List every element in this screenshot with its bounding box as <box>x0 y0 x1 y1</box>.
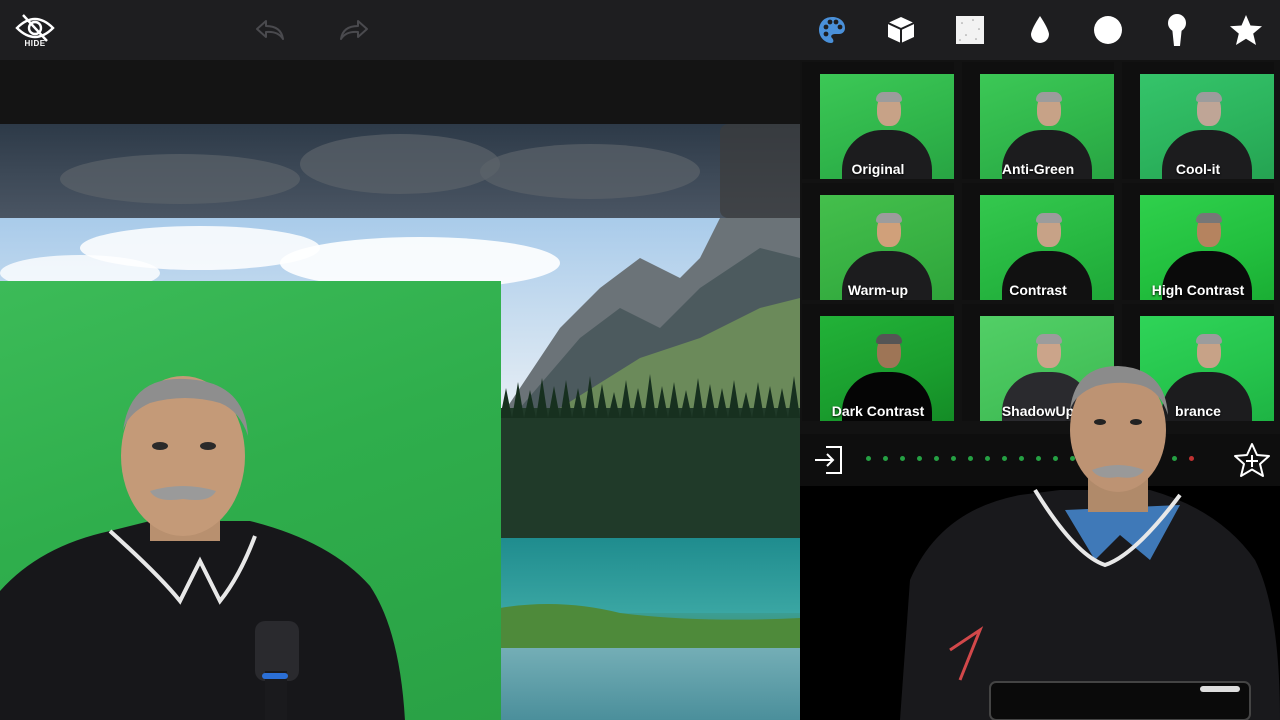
mask-tool-button[interactable] <box>1155 0 1199 60</box>
3d-tool-button[interactable] <box>879 0 923 60</box>
drop-icon <box>1031 16 1049 43</box>
effect-label: Warm-up <box>847 282 909 298</box>
favorites-tool-button[interactable] <box>1224 0 1268 60</box>
redo-button[interactable] <box>332 0 376 60</box>
effect-thumb-warm-up[interactable]: Warm-up <box>802 183 954 300</box>
canvas-margin <box>0 60 800 124</box>
effect-thumb-anti-green[interactable]: Anti-Green <box>962 62 1114 179</box>
presenter-video <box>900 366 1280 720</box>
background-overflow-region <box>0 124 800 218</box>
effect-label: Contrast <box>1009 282 1067 298</box>
texture-tool-button[interactable] <box>948 0 992 60</box>
presenter-camera-overlay <box>860 360 1280 720</box>
effect-thumb-original[interactable]: Original <box>802 62 954 179</box>
star-icon <box>1230 15 1262 45</box>
keyhole-icon <box>1168 14 1186 46</box>
effect-label: Anti-Green <box>1001 161 1075 177</box>
effect-label: High Contrast <box>1151 282 1245 298</box>
redo-icon <box>340 20 368 40</box>
import-icon <box>815 446 842 474</box>
palette-icon <box>819 17 845 43</box>
texture-icon <box>956 16 984 44</box>
shape-tool-button[interactable] <box>1086 0 1130 60</box>
effect-thumb-contrast[interactable]: Contrast <box>962 183 1114 300</box>
apply-effect-button[interactable] <box>810 442 846 478</box>
cube-icon <box>887 17 915 43</box>
green-screen-layer[interactable] <box>0 281 501 720</box>
effect-label: Cool-it <box>1175 161 1221 177</box>
top-toolbar: HIDE <box>0 0 1280 60</box>
composition-canvas[interactable] <box>0 60 800 720</box>
hide-button[interactable]: HIDE <box>6 0 64 60</box>
presenter-figure <box>0 376 405 720</box>
effect-thumb-high-contrast[interactable]: High Contrast <box>1122 183 1274 300</box>
hide-label: HIDE <box>24 38 46 48</box>
undo-icon <box>256 20 284 40</box>
undo-button[interactable] <box>248 0 292 60</box>
color-tool-button[interactable] <box>1018 0 1062 60</box>
circle-icon <box>1094 16 1122 44</box>
palette-tool-button[interactable] <box>810 0 854 60</box>
effect-label: Original <box>851 161 905 177</box>
effect-thumb-cool-it[interactable]: Cool-it <box>1122 62 1274 179</box>
